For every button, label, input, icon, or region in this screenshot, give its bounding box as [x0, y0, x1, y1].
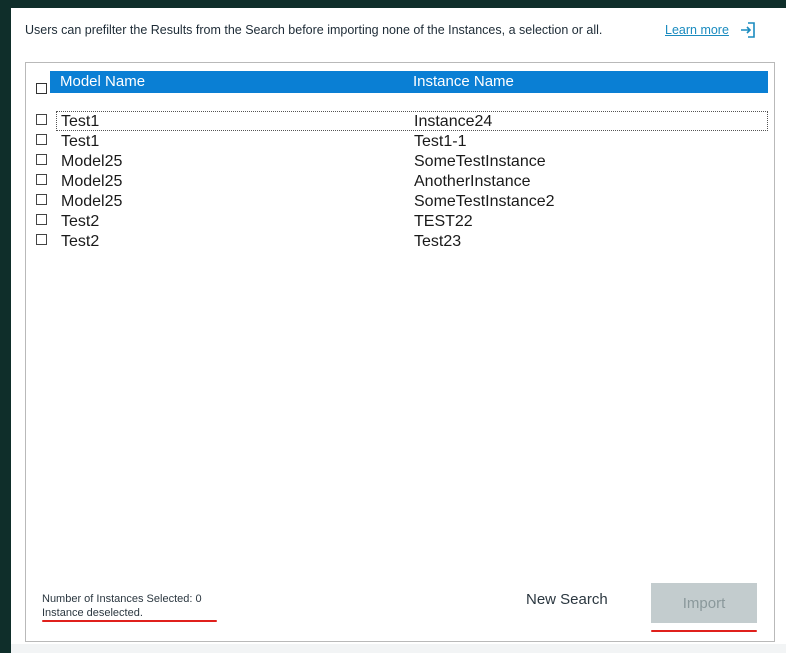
column-header-instance[interactable]: Instance Name — [413, 73, 514, 90]
row-checkbox[interactable] — [36, 114, 47, 125]
model-name-cell: Model25 — [61, 193, 123, 210]
model-name-cell: Test1 — [61, 113, 100, 130]
instance-name-cell: SomeTestInstance — [414, 153, 546, 170]
new-search-button[interactable]: New Search — [526, 591, 608, 608]
table-row[interactable]: Model25 SomeTestInstance2 — [26, 191, 774, 211]
model-name-cell: Test2 — [61, 213, 100, 230]
table-body: Test1 Instance24 Test1 Test1-1 Model25 S… — [26, 111, 774, 251]
import-dialog: Users can prefilter the Results from the… — [11, 8, 786, 653]
selected-count-text: Number of Instances Selected: 0 — [42, 593, 202, 605]
learn-more-link[interactable]: Learn more — [665, 23, 729, 37]
table-row[interactable]: Test2 Test23 — [26, 231, 774, 251]
results-table: Model Name Instance Name Test1 Instance2… — [25, 62, 775, 642]
instance-name-cell: Test23 — [414, 233, 462, 250]
row-checkbox[interactable] — [36, 154, 47, 165]
row-checkbox[interactable] — [36, 134, 47, 145]
model-name-cell: Model25 — [61, 173, 123, 190]
import-highlight-underline — [651, 630, 757, 632]
model-name-cell: Model25 — [61, 153, 123, 170]
selection-status: Number of Instances Selected: 0 Instance… — [42, 592, 202, 620]
row-checkbox[interactable] — [36, 194, 47, 205]
external-link-icon[interactable] — [739, 21, 757, 39]
import-button[interactable]: Import — [651, 583, 757, 623]
table-row[interactable]: Model25 SomeTestInstance — [26, 151, 774, 171]
status-highlight-underline — [42, 620, 217, 622]
description-text: Users can prefilter the Results from the… — [25, 23, 603, 37]
row-checkbox[interactable] — [36, 234, 47, 245]
column-header-model[interactable]: Model Name — [60, 73, 145, 90]
table-row[interactable]: Test1 Test1-1 — [26, 131, 774, 151]
model-name-cell: Test2 — [61, 233, 100, 250]
row-checkbox[interactable] — [36, 174, 47, 185]
instance-name-cell: AnotherInstance — [414, 173, 531, 190]
instance-name-cell: SomeTestInstance2 — [414, 193, 555, 210]
instance-name-cell: TEST22 — [414, 213, 473, 230]
model-name-cell: Test1 — [61, 133, 100, 150]
table-row[interactable]: Model25 AnotherInstance — [26, 171, 774, 191]
instance-name-cell: Instance24 — [414, 113, 493, 130]
dialog-bottom-edge — [11, 644, 786, 653]
row-checkbox[interactable] — [36, 214, 47, 225]
table-row[interactable]: Test1 Instance24 — [36, 111, 768, 131]
instance-name-cell: Test1-1 — [414, 133, 467, 150]
select-all-checkbox[interactable] — [36, 83, 47, 94]
table-row[interactable]: Test2 TEST22 — [26, 211, 774, 231]
status-message: Instance deselected. — [42, 607, 143, 619]
table-header: Model Name Instance Name — [50, 71, 768, 93]
